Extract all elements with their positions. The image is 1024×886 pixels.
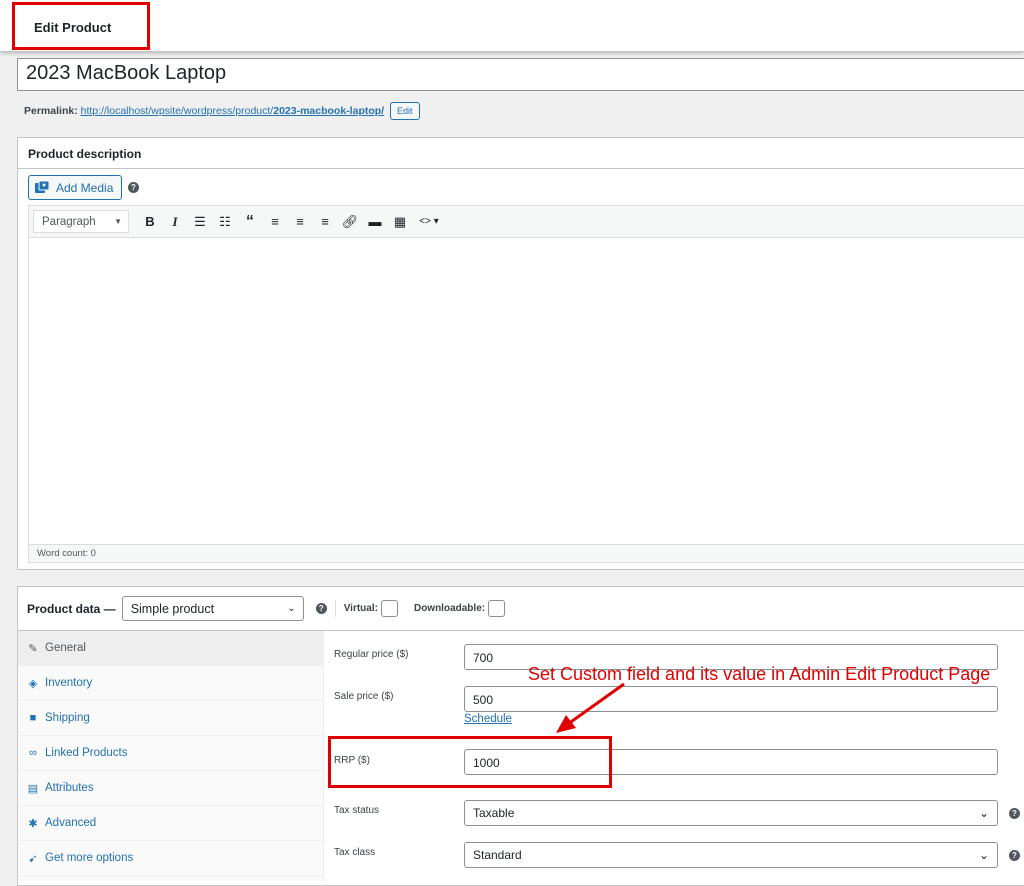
- permalink-row: Permalink: http://localhost/wpsite/wordp…: [24, 102, 420, 120]
- bold-icon[interactable]: B: [139, 210, 161, 233]
- highlight-box-title: [12, 2, 150, 50]
- blockquote-icon[interactable]: “: [239, 210, 261, 233]
- tax-status-select[interactable]: Taxable ⌄: [464, 800, 998, 826]
- format-select[interactable]: Paragraph ▼: [33, 210, 129, 233]
- content-editor-area[interactable]: [28, 238, 1024, 545]
- downloadable-option: Downloadable:: [413, 600, 506, 617]
- bullet-list-icon[interactable]: ☰: [189, 210, 211, 233]
- help-icon[interactable]: ?: [1009, 808, 1020, 819]
- tab-label: Shipping: [45, 712, 90, 724]
- editor-toolbar: Paragraph ▼ B I ☰ ☷ “ ≡ ≡ ≡ 🔗︎ ▬ ▦ <> ▾: [28, 205, 1024, 238]
- tab-linked-products[interactable]: ∞ Linked Products: [18, 736, 323, 771]
- tax-status-value: Taxable: [473, 806, 515, 820]
- read-more-icon[interactable]: ▬: [364, 210, 386, 233]
- italic-icon[interactable]: I: [164, 210, 186, 233]
- wrench-icon: ✎: [28, 642, 38, 655]
- admin-top-header: Edit Product: [0, 0, 1024, 52]
- virtual-checkbox[interactable]: [380, 600, 398, 617]
- highlight-box-rrp: [328, 736, 612, 788]
- downloadable-checkbox[interactable]: [488, 600, 506, 617]
- help-icon[interactable]: ?: [128, 182, 139, 193]
- product-type-value: Simple product: [130, 601, 215, 616]
- align-center-icon[interactable]: ≡: [289, 210, 311, 233]
- chevron-down-icon: ▼: [114, 217, 122, 226]
- help-icon[interactable]: ?: [1009, 850, 1020, 861]
- plugin-icon: ➹: [28, 852, 38, 865]
- tag-icon: ◈: [28, 677, 38, 690]
- regular-price-label: Regular price ($): [334, 649, 409, 660]
- downloadable-label: Downloadable:: [413, 603, 486, 614]
- chevron-down-icon: ⌄: [978, 848, 989, 862]
- divider: [334, 600, 336, 617]
- tab-label: Linked Products: [45, 747, 128, 759]
- tab-label: Attributes: [45, 782, 94, 794]
- tax-class-select[interactable]: Standard ⌄: [464, 842, 998, 868]
- product-title-input[interactable]: 2023 MacBook Laptop: [17, 58, 1024, 91]
- schedule-link[interactable]: Schedule: [464, 713, 512, 725]
- chevron-down-icon: ⌄: [978, 806, 989, 820]
- product-data-label: Product data —: [27, 601, 116, 616]
- product-type-select[interactable]: Simple product ⌄: [121, 596, 304, 621]
- help-icon[interactable]: ?: [315, 603, 327, 614]
- link-icon[interactable]: 🔗︎: [339, 210, 361, 233]
- toolbar-toggle-icon[interactable]: ▦: [389, 210, 411, 233]
- format-select-value: Paragraph: [42, 215, 96, 228]
- tab-attributes[interactable]: ▤ Attributes: [18, 771, 323, 806]
- tax-class-value: Standard: [473, 848, 522, 862]
- product-data-header: Product data — Simple product ⌄ ? Virtua…: [18, 587, 1024, 631]
- link-icon: ∞: [29, 747, 37, 759]
- chevron-down-icon: ⌄: [287, 603, 296, 614]
- add-media-icon: [35, 181, 50, 193]
- code-icon[interactable]: <> ▾: [414, 210, 444, 233]
- tab-get-more-options[interactable]: ➹ Get more options: [18, 841, 323, 876]
- product-data-tabs: ✎ General ◈ Inventory ■ Shipping ∞ Linked Pr…: [18, 631, 324, 881]
- sale-price-input[interactable]: 500: [464, 686, 998, 712]
- align-right-icon[interactable]: ≡: [314, 210, 336, 233]
- add-media-label: Add Media: [56, 180, 114, 195]
- permalink-label: Permalink:: [24, 104, 78, 117]
- tab-shipping[interactable]: ■ Shipping: [18, 701, 323, 736]
- virtual-option: Virtual:: [344, 600, 398, 617]
- permalink-slug: 2023-macbook-laptop/: [273, 104, 385, 117]
- permalink-base: http://localhost/wpsite/wordpress/produc…: [80, 104, 274, 117]
- permalink-link[interactable]: http://localhost/wpsite/wordpress/produc…: [81, 105, 384, 117]
- list-icon: ▤: [27, 782, 39, 795]
- numbered-list-icon[interactable]: ☷: [214, 210, 236, 233]
- tab-advanced[interactable]: ✱ Advanced: [18, 806, 323, 841]
- word-count: Word count: 0: [28, 544, 1024, 563]
- edit-slug-button[interactable]: Edit: [390, 102, 420, 120]
- tax-status-label: Tax status: [334, 805, 380, 816]
- sale-price-label: Sale price ($): [334, 691, 394, 702]
- tab-label: Get more options: [45, 852, 134, 864]
- align-left-icon[interactable]: ≡: [264, 210, 286, 233]
- description-box-title: Product description: [18, 138, 1024, 169]
- tab-label: General: [45, 642, 86, 654]
- truck-icon: ■: [29, 712, 37, 724]
- add-media-button[interactable]: Add Media: [28, 175, 123, 200]
- tab-general[interactable]: ✎ General: [18, 631, 323, 666]
- product-description-box: Product description Add Media ? Paragrap…: [17, 137, 1024, 570]
- gear-icon: ✱: [28, 817, 38, 830]
- tab-label: Inventory: [45, 677, 93, 689]
- annotation-text: Set Custom field and its value in Admin …: [528, 664, 991, 684]
- virtual-label: Virtual:: [343, 603, 378, 614]
- tab-inventory[interactable]: ◈ Inventory: [18, 666, 323, 701]
- tax-class-label: Tax class: [334, 847, 376, 858]
- tab-label: Advanced: [45, 817, 97, 829]
